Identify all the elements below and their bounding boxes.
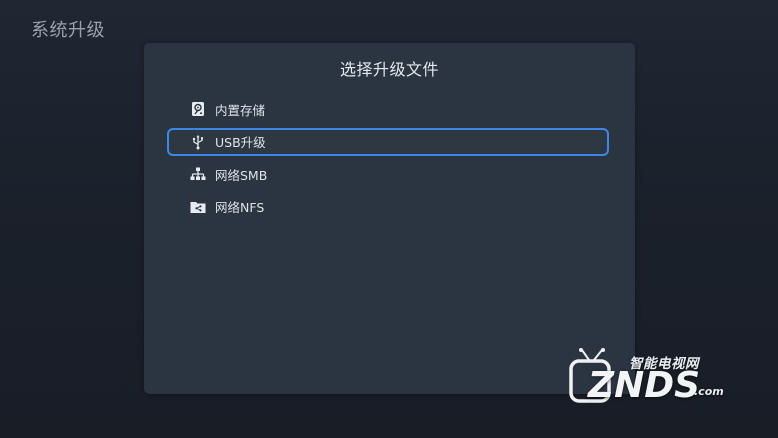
internal-storage-icon (187, 100, 209, 118)
usb-icon (187, 133, 209, 151)
option-network-smb[interactable]: 网络SMB (167, 160, 609, 188)
option-internal-storage[interactable]: 内置存储 (167, 95, 609, 123)
option-label: 网络SMB (215, 167, 268, 183)
watermark-brand: ZNDS (588, 365, 701, 406)
watermark-domain-suffix: .com (694, 385, 724, 398)
dialog-title: 选择升级文件 (339, 60, 439, 79)
option-label: USB升级 (215, 135, 266, 150)
option-label: 内置存储 (215, 102, 266, 118)
select-upgrade-file-dialog: 选择升级文件 内置存储 USB升级 网络SMB 网络NFS (144, 43, 635, 394)
page-title: 系统升级 (31, 20, 105, 41)
option-label: 网络NFS (215, 200, 265, 215)
option-list: 内置存储 USB升级 网络SMB 网络NFS (167, 95, 609, 225)
znds-watermark: 智能电视网 ZNDS .com (566, 338, 746, 412)
option-network-nfs[interactable]: 网络NFS (167, 193, 609, 221)
network-tree-icon (187, 165, 209, 183)
option-usb-upgrade[interactable]: USB升级 (167, 127, 609, 156)
network-folder-icon (187, 198, 209, 216)
